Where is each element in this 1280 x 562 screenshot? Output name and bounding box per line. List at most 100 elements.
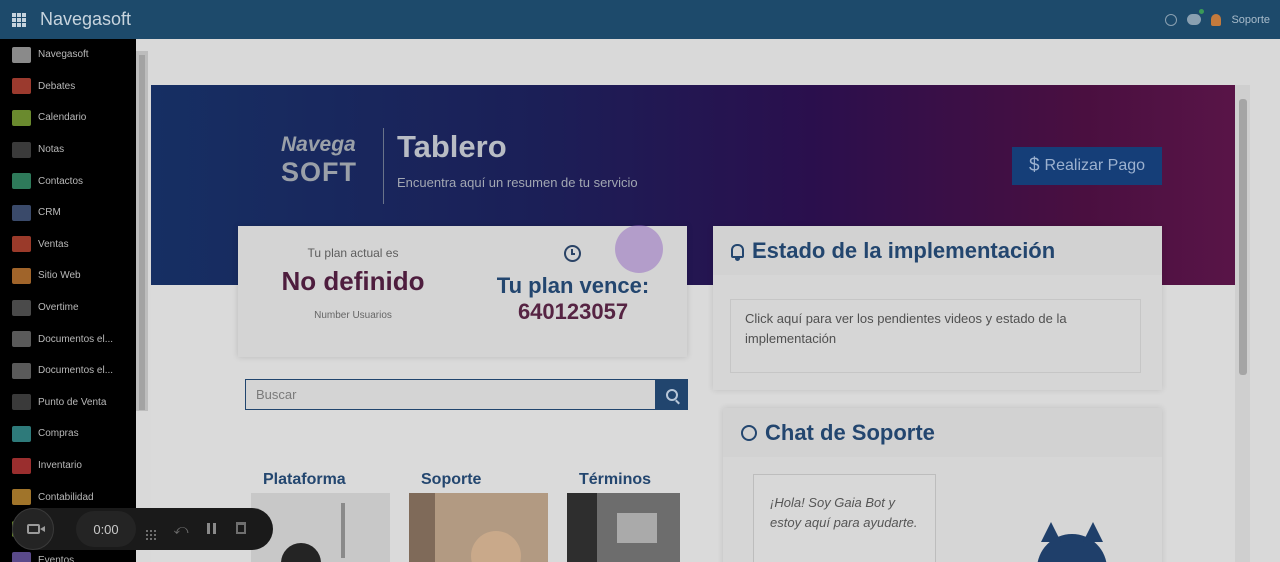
logo-line-1: Navega <box>281 133 356 156</box>
drag-handle[interactable] <box>136 519 166 540</box>
events-icon <box>12 552 31 562</box>
bell-icon <box>731 243 744 261</box>
support-chat-panel: Chat de Soporte ¡Hola! Soy Gaia Bot y es… <box>723 408 1162 562</box>
search-button[interactable] <box>656 379 688 410</box>
plan-value: No definido <box>281 266 425 296</box>
delete-button[interactable] <box>226 521 256 537</box>
camera-button[interactable] <box>12 508 54 550</box>
documents-icon <box>12 362 31 379</box>
sidebar-item[interactable]: Contactos <box>0 165 136 197</box>
undo-icon: ⤺ <box>173 520 189 537</box>
purchases-icon <box>12 425 31 442</box>
sidebar-item-label: Punto de Venta <box>38 396 107 408</box>
sidebar: Navegasoft Debates Calendario Notas Contacto… <box>0 39 136 562</box>
cursor-highlight <box>615 225 663 273</box>
implementation-header: Estado de la implementación <box>713 226 1162 275</box>
sidebar-item[interactable]: Sitio Web <box>0 260 136 292</box>
undo-button[interactable]: ⤺ <box>166 521 196 538</box>
inventory-icon <box>12 457 31 474</box>
pos-icon <box>12 394 31 411</box>
soporte-thumbnail[interactable] <box>409 493 548 562</box>
sidebar-item-label: Navegasoft <box>38 49 89 61</box>
category-terminos[interactable]: Términos <box>579 471 651 489</box>
search-icon <box>666 388 678 401</box>
user-avatar-icon[interactable] <box>1211 13 1222 26</box>
notes-icon <box>12 141 31 158</box>
sidebar-item-label: Eventos <box>38 554 75 562</box>
bot-mascot-icon[interactable] <box>1037 522 1107 562</box>
sidebar-item-label: Ventas <box>38 238 69 250</box>
sidebar-item[interactable]: Documentos el... <box>0 323 136 355</box>
apps-menu-icon[interactable] <box>12 12 26 27</box>
category-soporte[interactable]: Soporte <box>421 471 481 489</box>
drag-grip-icon <box>146 529 156 540</box>
sidebar-item[interactable]: Ventas <box>0 229 136 261</box>
sidebar-item[interactable]: Documentos el... <box>0 355 136 387</box>
plan-expires-value: 640123057 <box>517 299 629 324</box>
category-plataforma[interactable]: Plataforma <box>263 471 346 489</box>
sidebar-item[interactable]: Navegasoft <box>0 39 136 71</box>
sidebar-item-label: Overtime <box>38 302 79 314</box>
overtime-icon <box>12 299 31 316</box>
screen-recorder-bar: 0:00 ⤺ <box>12 508 273 550</box>
messages-icon[interactable] <box>1187 9 1205 25</box>
terminos-thumbnail[interactable] <box>567 493 680 562</box>
chat-bot-message: ¡Hola! Soy Gaia Bot y estoy aquí para ay… <box>753 474 936 562</box>
contacts-icon <box>12 173 31 190</box>
sidebar-item[interactable]: Inventario <box>0 450 136 482</box>
camera-icon <box>26 524 45 534</box>
implementation-panel: Estado de la implementación Click aquí p… <box>713 226 1162 390</box>
frame-scrollbar[interactable] <box>1235 85 1250 562</box>
website-icon <box>12 267 31 284</box>
page-title: Tablero <box>397 129 507 164</box>
chat-bubble-icon <box>741 424 757 441</box>
recording-timer: 0:00 <box>76 511 136 547</box>
sidebar-scrollbar[interactable] <box>136 51 148 411</box>
navegasoft-logo: Navega SOFT <box>281 133 373 188</box>
search-input[interactable] <box>245 379 656 410</box>
page-subtitle: Encuentra aquí un resumen de tu servicio <box>397 175 638 190</box>
crm-icon <box>12 204 31 221</box>
sidebar-item[interactable]: CRM <box>0 197 136 229</box>
dollar-icon: $ <box>1028 155 1040 176</box>
sidebar-item-label: Documentos el... <box>38 333 114 345</box>
sidebar-item-label: Contactos <box>38 175 84 187</box>
logo-line-2: SOFT <box>281 157 357 187</box>
top-navbar: Navegasoft Soporte <box>0 0 1280 39</box>
documents-icon <box>12 331 31 348</box>
dashboard-frame: Navega SOFT Tablero Encuentra aquí un re… <box>151 85 1250 562</box>
sidebar-item-label: Inventario <box>38 460 82 472</box>
sidebar-item[interactable]: Overtime <box>0 292 136 324</box>
chat-title: Chat de Soporte <box>765 419 935 445</box>
plan-expires-label: Tu plan vence: <box>496 273 650 298</box>
sidebar-item[interactable]: Compras <box>0 418 136 450</box>
chat-header: Chat de Soporte <box>723 408 1162 457</box>
navegasoft-icon <box>12 46 31 63</box>
sidebar-item-label: Sitio Web <box>38 270 81 282</box>
pay-button[interactable]: $ Realizar Pago <box>1012 147 1162 185</box>
trash-icon <box>236 522 246 534</box>
app-brand[interactable]: Navegasoft <box>40 9 131 30</box>
sidebar-item-label: Debates <box>38 80 76 92</box>
debates-icon <box>12 78 31 95</box>
plan-users-label: Number Usuarios <box>314 310 392 321</box>
user-menu-name[interactable]: Soporte <box>1231 14 1270 26</box>
hero-divider <box>383 128 384 204</box>
sidebar-item-label: Documentos el... <box>38 365 114 377</box>
pay-button-label: Realizar Pago <box>1044 157 1146 174</box>
accounting-icon <box>12 489 31 506</box>
implementation-link[interactable]: Click aquí para ver los pendientes video… <box>730 299 1141 373</box>
sidebar-item-label: Contabilidad <box>38 491 94 503</box>
pause-button[interactable] <box>196 521 226 537</box>
sidebar-item[interactable]: Punto de Venta <box>0 387 136 419</box>
activity-clock-icon[interactable] <box>1165 13 1178 26</box>
systray: Soporte <box>1165 0 1270 39</box>
sidebar-item-label: CRM <box>38 207 61 219</box>
plan-label: Tu plan actual es <box>307 246 399 260</box>
sidebar-item[interactable]: Notas <box>0 134 136 166</box>
implementation-title: Estado de la implementación <box>752 237 1056 263</box>
calendar-icon <box>12 109 31 126</box>
sidebar-item-label: Notas <box>38 144 65 156</box>
sidebar-item[interactable]: Calendario <box>0 102 136 134</box>
sidebar-item[interactable]: Debates <box>0 71 136 103</box>
